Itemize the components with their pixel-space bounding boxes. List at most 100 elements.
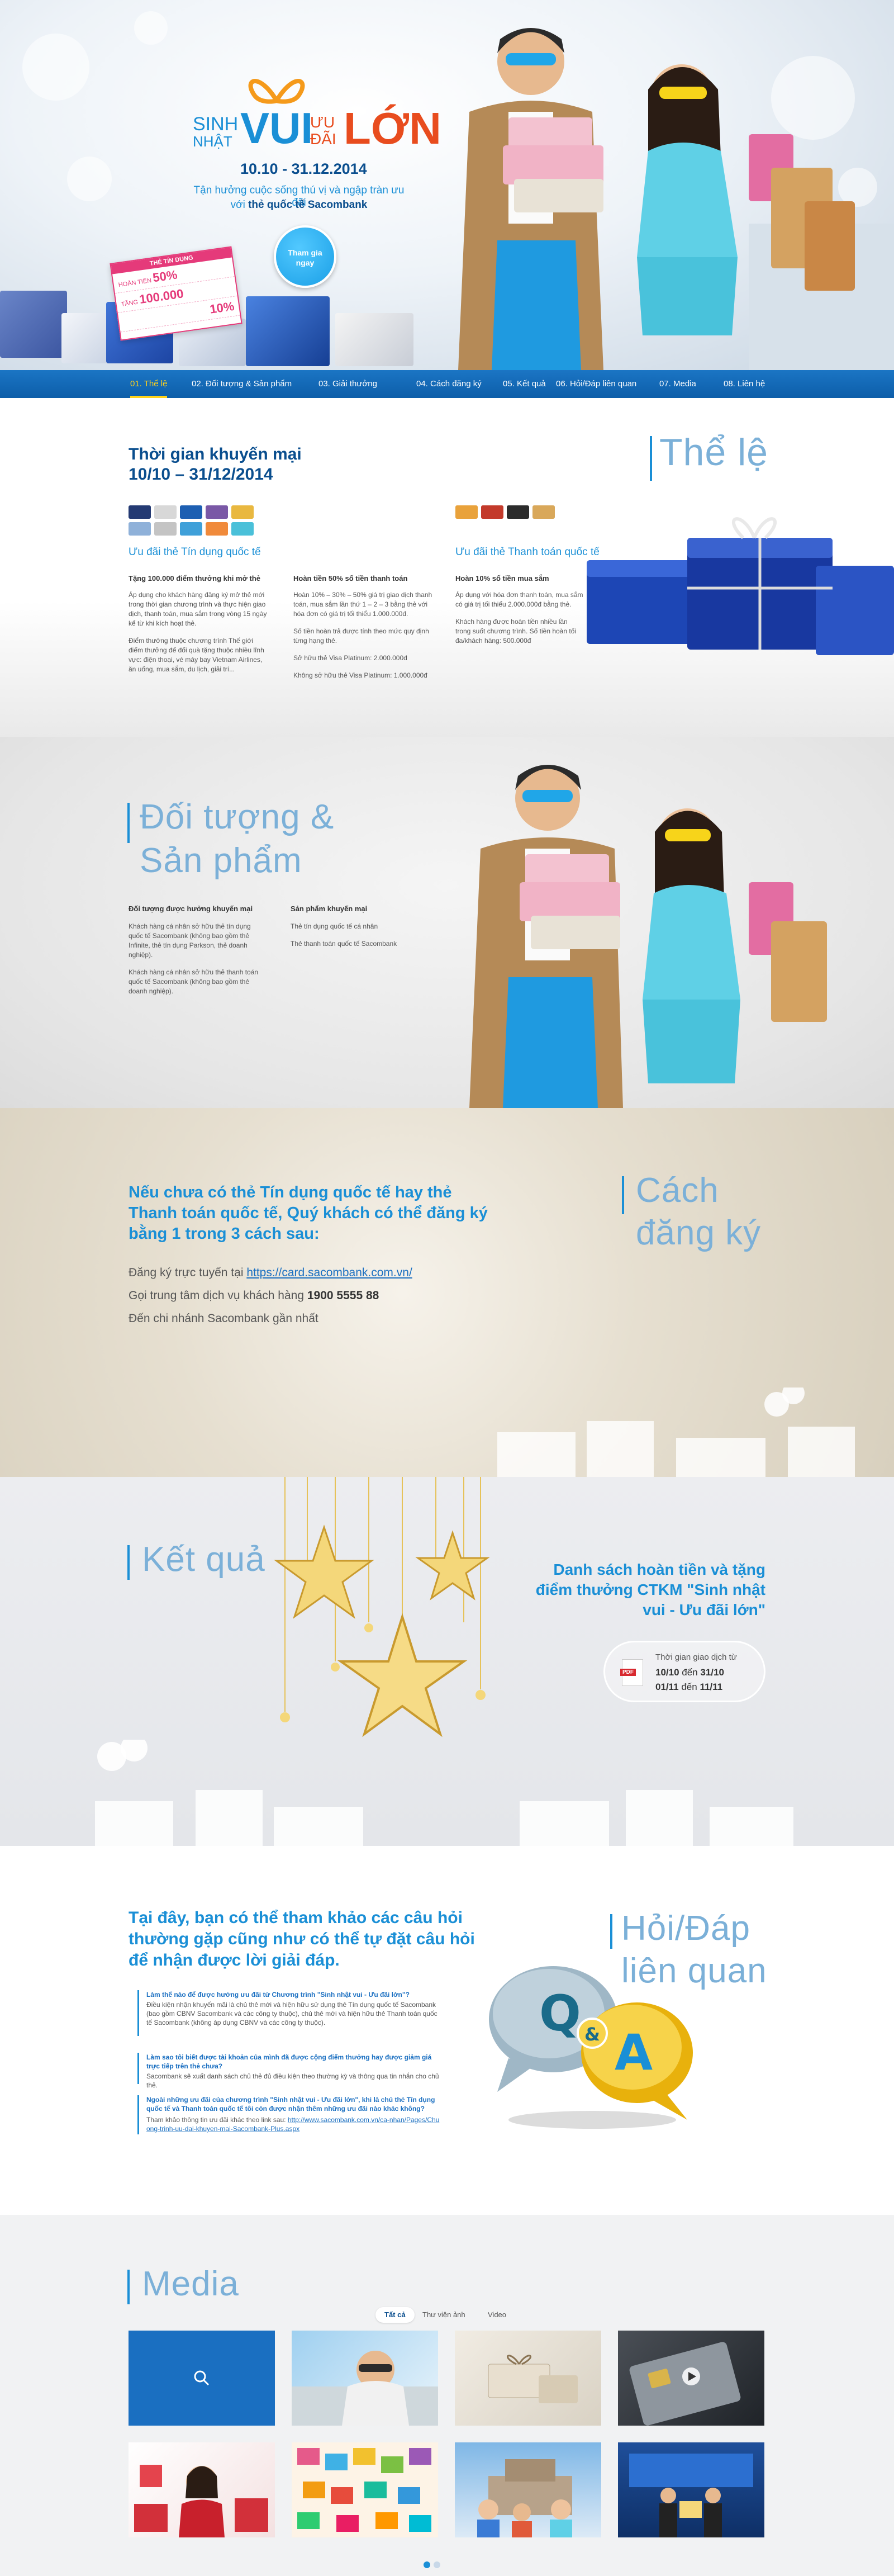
faq-question[interactable]: Ngoài những ưu đãi của chương trình "Sin…: [146, 2095, 443, 2113]
photo-image: [297, 2448, 431, 2532]
card-thumbnail: [231, 522, 254, 536]
title-accent-bar: [127, 803, 130, 843]
promo-value: 50%: [151, 267, 178, 285]
offer-text: Không sở hữu thẻ Visa Platinum: 1.000.00…: [293, 671, 427, 679]
section-title-line1: Đối tượng &: [140, 798, 335, 836]
media-thumbnail-video[interactable]: [618, 2331, 764, 2426]
tab-photo-library[interactable]: Thư viện ảnh: [413, 2307, 474, 2323]
card-thumbnail: [206, 505, 228, 519]
section-cach-dang-ky: Cách đăng ký Nếu chưa có thẻ Tín dụng qu…: [0, 1108, 894, 1477]
title-accent-bar: [650, 436, 652, 481]
pagination-dot[interactable]: [434, 2561, 440, 2568]
logo-word-vui: VUI: [240, 103, 313, 153]
hero-banner: SINH NHẬT VUI ƯU ĐÃI LỚN 10.10 - 31.12.2…: [0, 0, 894, 370]
register-method-online: Đăng ký trực tuyến tại https://card.saco…: [129, 1266, 412, 1280]
card-thumbnail: [455, 505, 478, 519]
period-connector: đến: [681, 1682, 697, 1692]
period-end: 31/10: [700, 1667, 724, 1678]
nav-item-media[interactable]: 07. Media: [659, 370, 696, 398]
couple-shopping-photo: [458, 28, 894, 370]
blue-gift-boxes-image: [587, 517, 894, 655]
register-heading-line1: Nếu chưa có thẻ Tín dụng quốc tế hay thẻ: [129, 1183, 452, 1201]
section-the-le: Thể lệ Thời gian khuyến mại 10/10 – 31/1…: [0, 398, 894, 737]
svg-text:&: &: [584, 2024, 600, 2045]
offer-text: Áp dụng cho khách hàng đăng ký mở thẻ mớ…: [129, 591, 267, 627]
gift-box-image: [0, 291, 67, 358]
nav-item-doi-tuong[interactable]: 02. Đối tượng & Sản phẩm: [192, 370, 292, 398]
faq-answer: Điều kiện nhận khuyến mãi là chủ thẻ mới…: [146, 2001, 438, 2026]
photo-image: [134, 2465, 268, 2537]
register-heading-line2: Thanh toán quốc tế, Quý khách có thể đăn…: [129, 1204, 488, 1222]
media-thumbnail[interactable]: [292, 2331, 438, 2426]
results-heading-line2: điểm thưởng CTKM "Sinh nhật: [535, 1581, 765, 1598]
faq-question[interactable]: Làm sao tôi biết được tài khoản của mình…: [146, 2053, 443, 2071]
results-download-card[interactable]: PDF Thời gian giao dịch từ 10/10 đến 31/…: [603, 1641, 765, 1702]
card-thumbnail: [507, 505, 529, 519]
qa-bubbles-icon: Q A &: [489, 1966, 693, 2129]
logo-word-uu: ƯU: [310, 113, 335, 131]
gift-bow-icon: [248, 79, 305, 104]
period-label: Thời gian giao dịch từ: [655, 1652, 737, 1662]
title-accent-bar: [127, 2270, 130, 2304]
logo-word-dai: ĐÃI: [310, 130, 336, 148]
nav-item-hoi-dap[interactable]: 06. Hỏi/Đáp liên quan: [556, 370, 636, 398]
section-title-line2: đăng ký: [636, 1214, 762, 1252]
media-thumbnail[interactable]: [129, 2442, 275, 2537]
tab-all[interactable]: Tất cả: [375, 2307, 415, 2323]
faq-heading-line3: để nhận được lời giải đáp.: [129, 1951, 340, 1969]
faq-answer: Sacombank sẽ xuất danh sách chủ thẻ đủ đ…: [146, 2072, 439, 2089]
join-now-button[interactable]: Tham gia ngay: [274, 225, 336, 288]
card-thumbnail: [532, 505, 555, 519]
tab-video[interactable]: Video: [479, 2307, 515, 2323]
column-text: Khách hàng cá nhân sở hữu thẻ tín dụng q…: [129, 922, 251, 959]
column-text: Thẻ tín dụng quốc tế cá nhân: [291, 922, 378, 930]
column-title: Sản phẩm khuyến mại: [291, 905, 368, 913]
bokeh-light: [67, 157, 112, 201]
media-thumbnail[interactable]: [292, 2442, 438, 2537]
register-link[interactable]: https://card.sacombank.com.vn/: [246, 1266, 412, 1279]
product-column: Sản phẩm khuyến mại Thẻ tín dụng quốc tế…: [291, 905, 419, 949]
card-thumbnail: [129, 505, 151, 519]
section-title: Thể lệ: [659, 431, 768, 473]
offer-text: Hoàn 10% – 30% – 50% giá trị giao dịch t…: [293, 591, 432, 618]
offer-text: Áp dụng với hóa đơn thanh toán, mua sắm …: [455, 591, 583, 608]
media-thumbnail[interactable]: [618, 2442, 764, 2537]
method-text: Đăng ký trực tuyến tại: [129, 1266, 247, 1279]
faq-question[interactable]: Làm thế nào để được hưởng ưu đãi từ Chươ…: [146, 1990, 443, 1999]
card-thumbnail: [180, 505, 202, 519]
nav-item-ket-qua[interactable]: 05. Kết quả: [503, 370, 546, 398]
media-thumbnail[interactable]: [455, 2442, 601, 2537]
section-doi-tuong: Đối tượng & Sản phẩm Đối tượng được hưởn…: [0, 737, 894, 1108]
hero-subtitle-line2: với thẻ quốc tế Sacombank: [187, 199, 411, 211]
nav-item-the-le[interactable]: 01. Thể lệ: [130, 370, 168, 398]
title-accent-bar: [127, 1545, 130, 1580]
nav-item-lien-he[interactable]: 08. Liên hệ: [724, 370, 765, 398]
register-method-branch: Đến chi nhánh Sacombank gần nhất: [129, 1312, 318, 1325]
media-thumbnail[interactable]: [455, 2331, 601, 2426]
photo-image: [488, 2355, 578, 2403]
results-heading-line1: Danh sách hoàn tiền và tặng: [553, 1561, 765, 1578]
photo-image: [629, 2454, 753, 2537]
period-range-1: 10/10 đến 31/10: [655, 1667, 724, 1678]
media-thumbnail-search[interactable]: [129, 2331, 275, 2426]
faq-item-bar: [137, 2095, 139, 2134]
pdf-file-icon: PDF: [620, 1659, 643, 1686]
nav-item-giai-thuong[interactable]: 03. Giải thưởng: [318, 370, 377, 398]
pagination-dot[interactable]: [424, 2561, 430, 2568]
card-thumbnail: [154, 522, 177, 536]
photo-image: [292, 2351, 438, 2426]
register-heading-line3: bằng 1 trong 3 cách sau:: [129, 1225, 320, 1243]
offer-title: Hoàn tiền 50% số tiền thanh toán: [293, 574, 408, 583]
card-thumbnail: [154, 505, 177, 519]
section-title: Media: [142, 2265, 239, 2303]
faq-heading-line2: thường gặp cũng như có thể tự đặt câu hỏ…: [129, 1930, 475, 1948]
offer-column: Tặng 100.000 điểm thưởng khi mở thẻ Áp d…: [129, 574, 268, 674]
gift-box-image: [61, 313, 112, 363]
party-silhouette-decoration: [497, 1388, 855, 1477]
hotline-number: 1900 5555 88: [307, 1289, 379, 1302]
logo-word-nhat: NHẬT: [193, 133, 232, 150]
period-start: 01/11: [655, 1682, 679, 1692]
method-text: Gọi trung tâm dịch vụ khách hàng: [129, 1289, 307, 1302]
nav-item-cach-dang-ky[interactable]: 04. Cách đăng ký: [416, 370, 482, 398]
period-connector: đến: [682, 1667, 698, 1678]
